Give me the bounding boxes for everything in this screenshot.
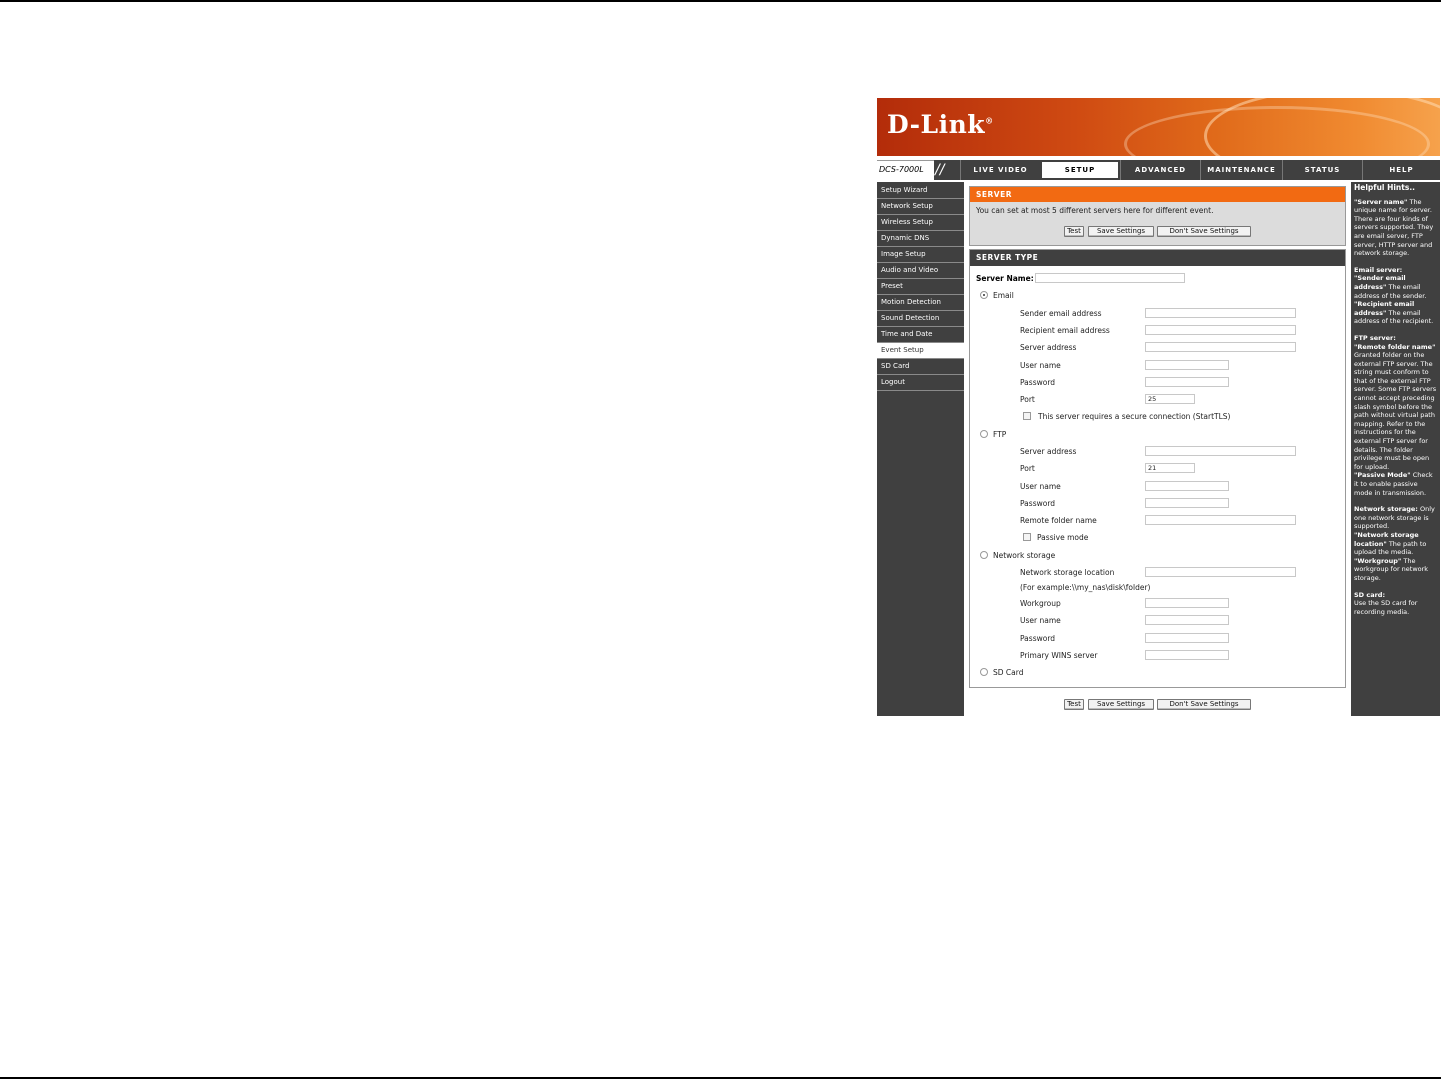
network-storage-option-label: Network storage xyxy=(993,551,1056,560)
sidebar-item-image-setup[interactable]: Image Setup xyxy=(877,247,964,263)
starttls-checkbox[interactable] xyxy=(1023,412,1031,420)
wins-server-input[interactable] xyxy=(1145,650,1229,660)
nav-slash-divider: // xyxy=(935,162,945,178)
email-password-input[interactable] xyxy=(1145,377,1229,387)
ns-user-name-label: User name xyxy=(1020,616,1061,625)
dont-save-settings-button[interactable]: Don't Save Settings xyxy=(1157,226,1251,237)
passive-mode-label: Passive mode xyxy=(1037,533,1089,542)
save-settings-button[interactable]: Save Settings xyxy=(1088,226,1154,237)
sidebar-item-event-setup[interactable]: Event Setup xyxy=(877,343,964,359)
tab-setup[interactable]: SETUP xyxy=(1040,160,1120,180)
passive-mode-checkbox[interactable] xyxy=(1023,533,1031,541)
hint-server-name: "Server name" The unique name for server… xyxy=(1354,197,1434,258)
network-storage-location-input[interactable] xyxy=(1145,567,1296,577)
top-nav: DCS-7000L // LIVE VIDEO SETUP ADVANCED M… xyxy=(877,160,1440,180)
email-port-label: Port xyxy=(1020,395,1035,404)
ns-user-name-input[interactable] xyxy=(1145,615,1229,625)
ftp-password-input[interactable] xyxy=(1145,498,1229,508)
ns-password-label: Password xyxy=(1020,634,1056,643)
sender-email-label: Sender email address xyxy=(1020,309,1102,318)
recipient-email-input[interactable] xyxy=(1145,325,1296,335)
server-type-title: SERVER TYPE xyxy=(970,250,1345,266)
page-bottom-rule xyxy=(0,1077,1441,1079)
hint-email-server: Email server: "Sender email address" The… xyxy=(1354,265,1434,326)
network-storage-location-label: Network storage location xyxy=(1020,568,1115,577)
server-panel-body: You can set at most 5 different servers … xyxy=(970,202,1345,245)
workgroup-label: Workgroup xyxy=(1020,599,1061,608)
helpful-hints-panel: Helpful Hints.. "Server name" The unique… xyxy=(1351,182,1440,716)
server-panel: SERVER You can set at most 5 different s… xyxy=(969,186,1346,246)
bottom-test-button[interactable]: Test xyxy=(1064,699,1084,710)
workgroup-input[interactable] xyxy=(1145,598,1229,608)
helpful-hints-title: Helpful Hints.. xyxy=(1354,183,1416,192)
sidebar-item-setup-wizard[interactable]: Setup Wizard xyxy=(877,183,964,199)
tab-help[interactable]: HELP xyxy=(1362,160,1440,180)
tab-status[interactable]: STATUS xyxy=(1282,160,1362,180)
ftp-user-name-label: User name xyxy=(1020,482,1061,491)
network-storage-example: (For example:\\my_nas\disk\folder) xyxy=(1020,583,1151,592)
remote-folder-input[interactable] xyxy=(1145,515,1296,525)
hint-network-storage: Network storage: Only one network storag… xyxy=(1354,505,1435,582)
sidebar-item-audio-video[interactable]: Audio and Video xyxy=(877,263,964,279)
ftp-password-label: Password xyxy=(1020,499,1056,508)
email-server-address-input[interactable] xyxy=(1145,342,1296,352)
email-server-address-label: Server address xyxy=(1020,343,1077,352)
server-description: You can set at most 5 different servers … xyxy=(976,206,1214,215)
sidebar: Setup Wizard Network Setup Wireless Setu… xyxy=(877,182,964,716)
sidebar-item-preset[interactable]: Preset xyxy=(877,279,964,295)
bottom-save-settings-button[interactable]: Save Settings xyxy=(1088,699,1154,710)
sidebar-item-sound-detection[interactable]: Sound Detection xyxy=(877,311,964,327)
recipient-email-label: Recipient email address xyxy=(1020,326,1110,335)
header-banner: D-Link® xyxy=(877,98,1440,156)
network-storage-radio[interactable] xyxy=(980,551,988,559)
sidebar-item-network-setup[interactable]: Network Setup xyxy=(877,199,964,215)
server-panel-title: SERVER xyxy=(970,187,1345,202)
main-content: SERVER You can set at most 5 different s… xyxy=(964,182,1351,716)
sidebar-item-wireless-setup[interactable]: Wireless Setup xyxy=(877,215,964,231)
page-top-rule xyxy=(0,0,1441,2)
model-label: DCS-7000L xyxy=(877,160,934,180)
tab-advanced[interactable]: ADVANCED xyxy=(1120,160,1200,180)
ftp-server-address-input[interactable] xyxy=(1145,446,1296,456)
sidebar-item-sd-card[interactable]: SD Card xyxy=(877,359,964,375)
sidebar-item-motion-detection[interactable]: Motion Detection xyxy=(877,295,964,311)
dlink-logo: D-Link® xyxy=(887,110,994,139)
ns-password-input[interactable] xyxy=(1145,633,1229,643)
wins-server-label: Primary WINS server xyxy=(1020,651,1098,660)
email-user-name-input[interactable] xyxy=(1145,360,1229,370)
ftp-server-address-label: Server address xyxy=(1020,447,1077,456)
tab-live-video[interactable]: LIVE VIDEO xyxy=(960,160,1040,180)
sd-card-option-label: SD Card xyxy=(993,668,1024,677)
hint-ftp-server: FTP server: "Remote folder name" Granted… xyxy=(1354,333,1437,497)
server-name-input[interactable] xyxy=(1035,273,1185,283)
email-option-label: Email xyxy=(993,291,1014,300)
ftp-radio[interactable] xyxy=(980,430,988,438)
sidebar-item-logout[interactable]: Logout xyxy=(877,375,964,391)
sd-card-radio[interactable] xyxy=(980,668,988,676)
test-button[interactable]: Test xyxy=(1064,226,1084,237)
hint-sd-card: SD card: Use the SD card for recording m… xyxy=(1354,590,1418,616)
ftp-port-input[interactable]: 21 xyxy=(1145,463,1195,473)
server-type-panel: SERVER TYPE Server Name: Email Sender em… xyxy=(969,249,1346,688)
email-password-label: Password xyxy=(1020,378,1056,387)
tab-maintenance[interactable]: MAINTENANCE xyxy=(1200,160,1282,180)
ftp-option-label: FTP xyxy=(993,430,1007,439)
remote-folder-label: Remote folder name xyxy=(1020,516,1097,525)
ftp-port-label: Port xyxy=(1020,464,1035,473)
camera-web-ui: D-Link® DCS-7000L // LIVE VIDEO SETUP AD… xyxy=(877,98,1440,716)
server-name-label: Server Name: xyxy=(976,274,1034,283)
email-port-input[interactable]: 25 xyxy=(1145,394,1195,404)
starttls-label: This server requires a secure connection… xyxy=(1038,412,1231,421)
email-user-name-label: User name xyxy=(1020,361,1061,370)
bottom-dont-save-settings-button[interactable]: Don't Save Settings xyxy=(1157,699,1251,710)
sender-email-input[interactable] xyxy=(1145,308,1296,318)
sidebar-item-dynamic-dns[interactable]: Dynamic DNS xyxy=(877,231,964,247)
sidebar-item-time-date[interactable]: Time and Date xyxy=(877,327,964,343)
ftp-user-name-input[interactable] xyxy=(1145,481,1229,491)
email-radio[interactable] xyxy=(980,291,988,299)
